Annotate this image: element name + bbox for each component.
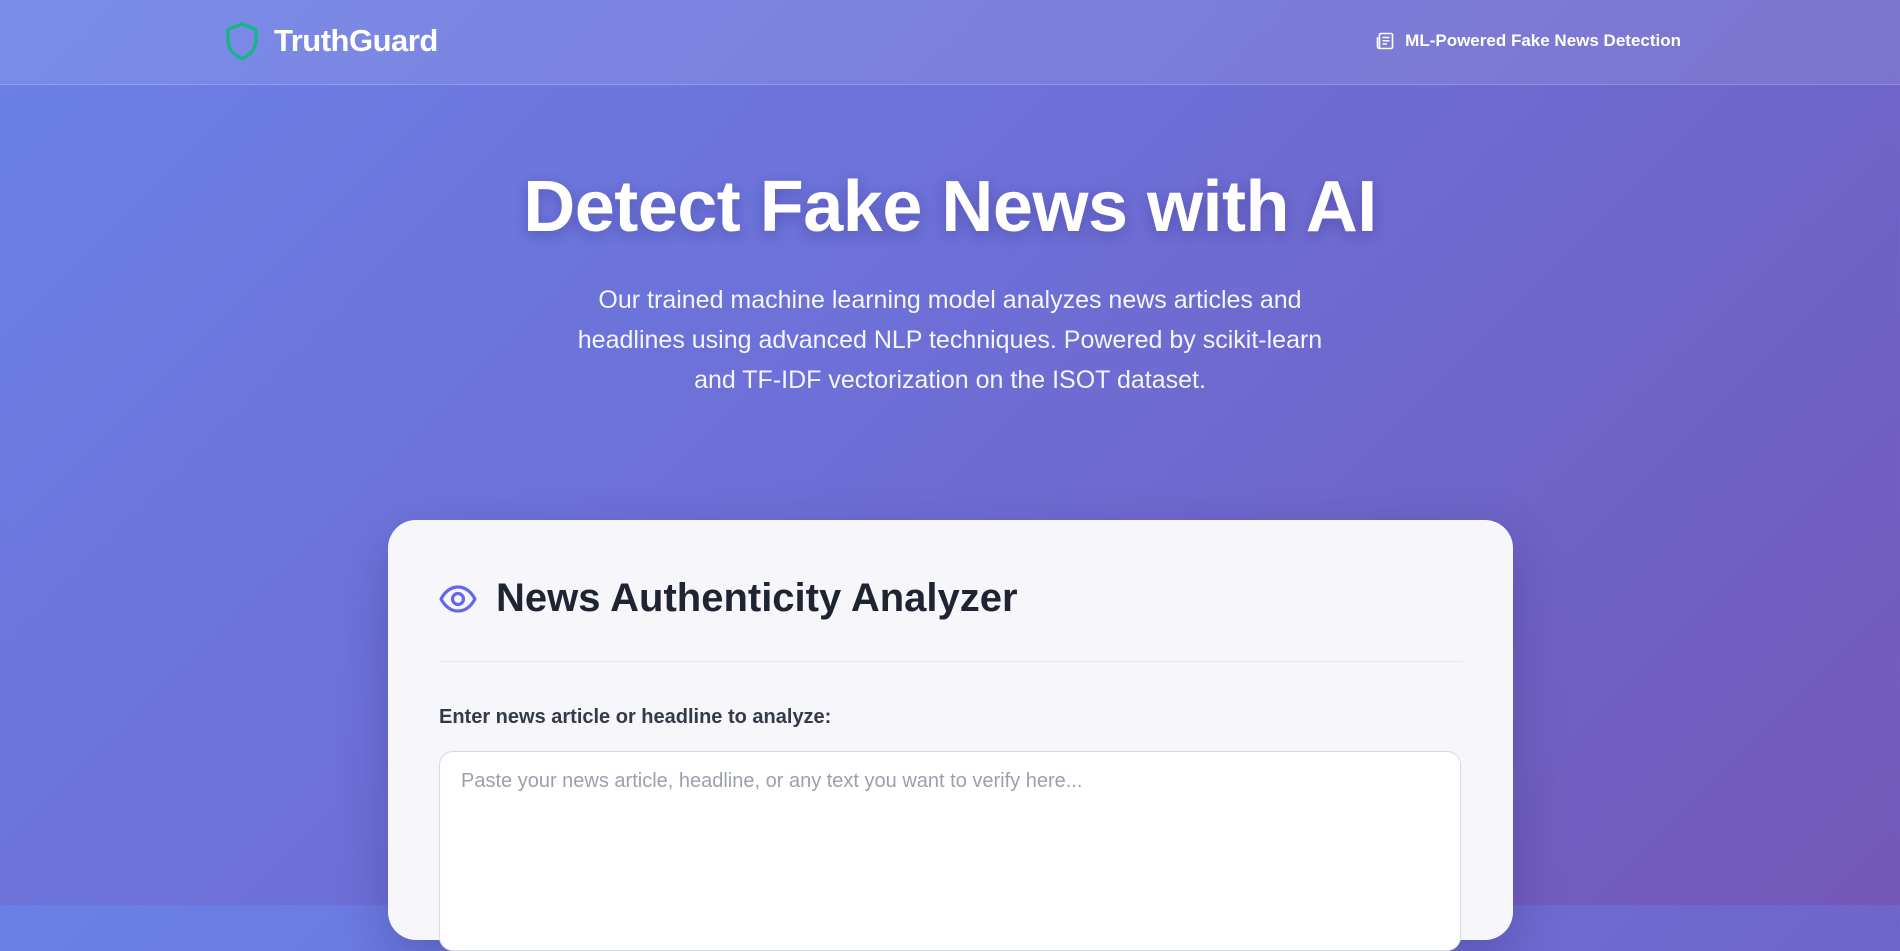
analyzer-header: News Authenticity Analyzer bbox=[438, 576, 1018, 621]
brand-name: TruthGuard bbox=[274, 23, 438, 58]
divider bbox=[438, 661, 1463, 662]
hero-subtitle: Our trained machine learning model analy… bbox=[577, 286, 1323, 394]
top-navbar: TruthGuard ML-Powered Fake News Detectio… bbox=[0, 0, 1900, 85]
eye-icon bbox=[439, 584, 477, 613]
brand[interactable]: TruthGuard bbox=[224, 20, 438, 62]
newspaper-icon bbox=[1376, 32, 1394, 50]
tagline-text: ML-Powered Fake News Detection bbox=[1405, 31, 1681, 50]
news-text-input[interactable] bbox=[439, 751, 1461, 951]
shield-icon bbox=[226, 22, 258, 61]
analyzer-title: News Authenticity Analyzer bbox=[496, 576, 1018, 620]
hero-title: Detect Fake News with AI bbox=[523, 167, 1377, 247]
news-input-label: Enter news article or headline to analyz… bbox=[439, 706, 832, 728]
tagline: ML-Powered Fake News Detection bbox=[1375, 28, 1681, 54]
